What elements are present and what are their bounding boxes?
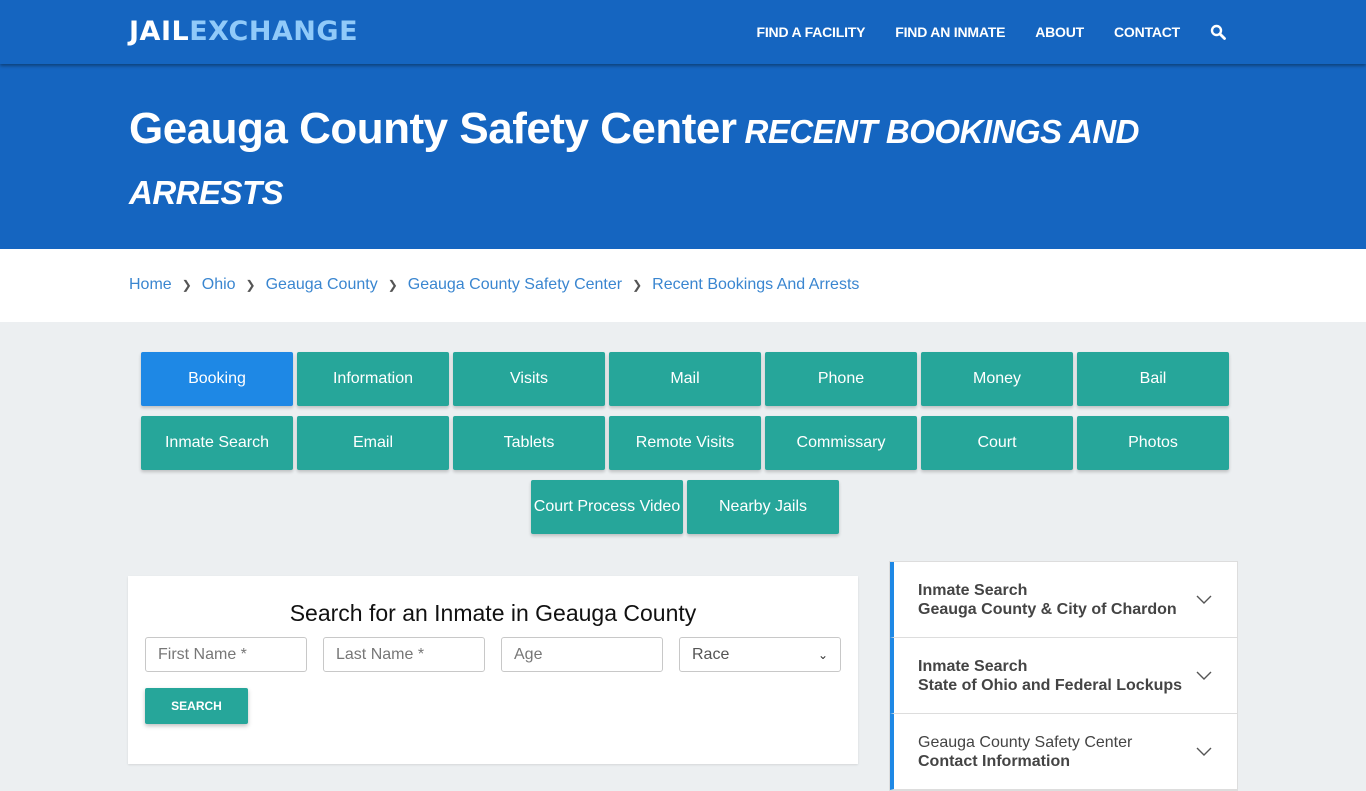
tab-visits[interactable]: Visits	[453, 352, 605, 406]
breadcrumb: Home ❯ Ohio ❯ Geauga County ❯ Geauga Cou…	[129, 276, 859, 294]
page-title: Geauga County Safety Center RECENT BOOKIN…	[129, 100, 1209, 222]
logo-exchange-text: EXCHANGE	[189, 16, 359, 47]
tab-commissary[interactable]: Commissary	[765, 416, 917, 470]
first-name-input[interactable]: First Name *	[145, 637, 307, 672]
breadcrumb-bar: Home ❯ Ohio ❯ Geauga County ❯ Geauga Cou…	[0, 249, 1366, 322]
tab-row-2: Inmate Search Email Tablets Remote Visit…	[139, 416, 1231, 470]
age-placeholder: Age	[514, 645, 543, 663]
main-nav: FIND A FACILITY FIND AN INMATE ABOUT CON…	[727, 0, 1226, 64]
tab-information[interactable]: Information	[297, 352, 449, 406]
accordion-line1: Geauga County Safety Center	[918, 734, 1133, 751]
accordion-line1: Inmate Search	[918, 582, 1028, 599]
tab-booking[interactable]: Booking	[141, 352, 293, 406]
nav-find-a-facility[interactable]: FIND A FACILITY	[757, 24, 866, 40]
chevron-down-icon	[1196, 747, 1212, 756]
breadcrumb-county[interactable]: Geauga County	[266, 276, 378, 294]
tab-tablets[interactable]: Tablets	[453, 416, 605, 470]
tab-row-1: Booking Information Visits Mail Phone Mo…	[139, 352, 1231, 406]
chevron-down-icon	[1196, 595, 1212, 604]
search-button[interactable]: SEARCH	[145, 688, 248, 724]
breadcrumb-ohio[interactable]: Ohio	[202, 276, 236, 294]
age-input[interactable]: Age	[501, 637, 663, 672]
tab-phone[interactable]: Phone	[765, 352, 917, 406]
sidebar-accordion: Inmate Search Geauga County & City of Ch…	[889, 561, 1238, 791]
accordion-county-inmate-search[interactable]: Inmate Search Geauga County & City of Ch…	[890, 562, 1237, 638]
chevron-right-icon: ❯	[245, 278, 256, 292]
accordion-line2: Contact Information	[918, 753, 1070, 770]
nav-contact[interactable]: CONTACT	[1114, 24, 1180, 40]
inmate-search-card: Search for an Inmate in Geauga County Fi…	[128, 576, 858, 764]
tab-money[interactable]: Money	[921, 352, 1073, 406]
chevron-right-icon: ❯	[181, 278, 192, 292]
chevron-right-icon: ❯	[387, 278, 398, 292]
tab-remote-visits[interactable]: Remote Visits	[609, 416, 761, 470]
logo-jail-text: JAIL	[129, 16, 190, 47]
tab-inmate-search[interactable]: Inmate Search	[141, 416, 293, 470]
chevron-down-icon: ⌄	[817, 647, 828, 662]
top-navbar: JAILEXCHANGE FIND A FACILITY FIND AN INM…	[0, 0, 1366, 64]
breadcrumb-home[interactable]: Home	[129, 276, 172, 294]
first-name-placeholder: First Name *	[158, 645, 247, 663]
chevron-right-icon: ❯	[632, 278, 643, 292]
race-select[interactable]: Race ⌄	[679, 637, 841, 672]
last-name-input[interactable]: Last Name *	[323, 637, 485, 672]
accordion-line2: State of Ohio and Federal Lockups	[918, 677, 1183, 694]
site-logo[interactable]: JAILEXCHANGE	[129, 16, 358, 47]
accordion-line2: Geauga County & City of Chardon	[918, 601, 1177, 618]
tab-bail[interactable]: Bail	[1077, 352, 1229, 406]
tab-court-process-video[interactable]: Court Process Video	[531, 480, 683, 534]
breadcrumb-facility[interactable]: Geauga County Safety Center	[408, 276, 622, 294]
last-name-placeholder: Last Name *	[336, 645, 425, 663]
search-card-title: Search for an Inmate in Geauga County	[289, 600, 697, 626]
accordion-state-inmate-search[interactable]: Inmate Search State of Ohio and Federal …	[890, 638, 1237, 714]
facility-tabs: Booking Information Visits Mail Phone Mo…	[139, 352, 1231, 544]
tab-row-3: Court Process Video Nearby Jails	[139, 480, 1231, 534]
breadcrumb-current[interactable]: Recent Bookings And Arrests	[652, 276, 859, 294]
accordion-line1: Inmate Search	[918, 658, 1028, 675]
nav-find-an-inmate[interactable]: FIND AN INMATE	[895, 24, 1005, 40]
tab-nearby-jails[interactable]: Nearby Jails	[687, 480, 839, 534]
tab-mail[interactable]: Mail	[609, 352, 761, 406]
search-icon[interactable]	[1210, 24, 1226, 40]
nav-about[interactable]: ABOUT	[1035, 24, 1084, 40]
tab-email[interactable]: Email	[297, 416, 449, 470]
race-selected-value: Race	[692, 645, 730, 663]
page-title-main: Geauga County Safety Center	[129, 104, 737, 153]
tab-photos[interactable]: Photos	[1077, 416, 1229, 470]
chevron-down-icon	[1196, 671, 1212, 680]
hero-banner: Geauga County Safety Center RECENT BOOKIN…	[0, 64, 1366, 249]
tab-court[interactable]: Court	[921, 416, 1073, 470]
accordion-contact-information[interactable]: Geauga County Safety Center Contact Info…	[890, 714, 1237, 790]
